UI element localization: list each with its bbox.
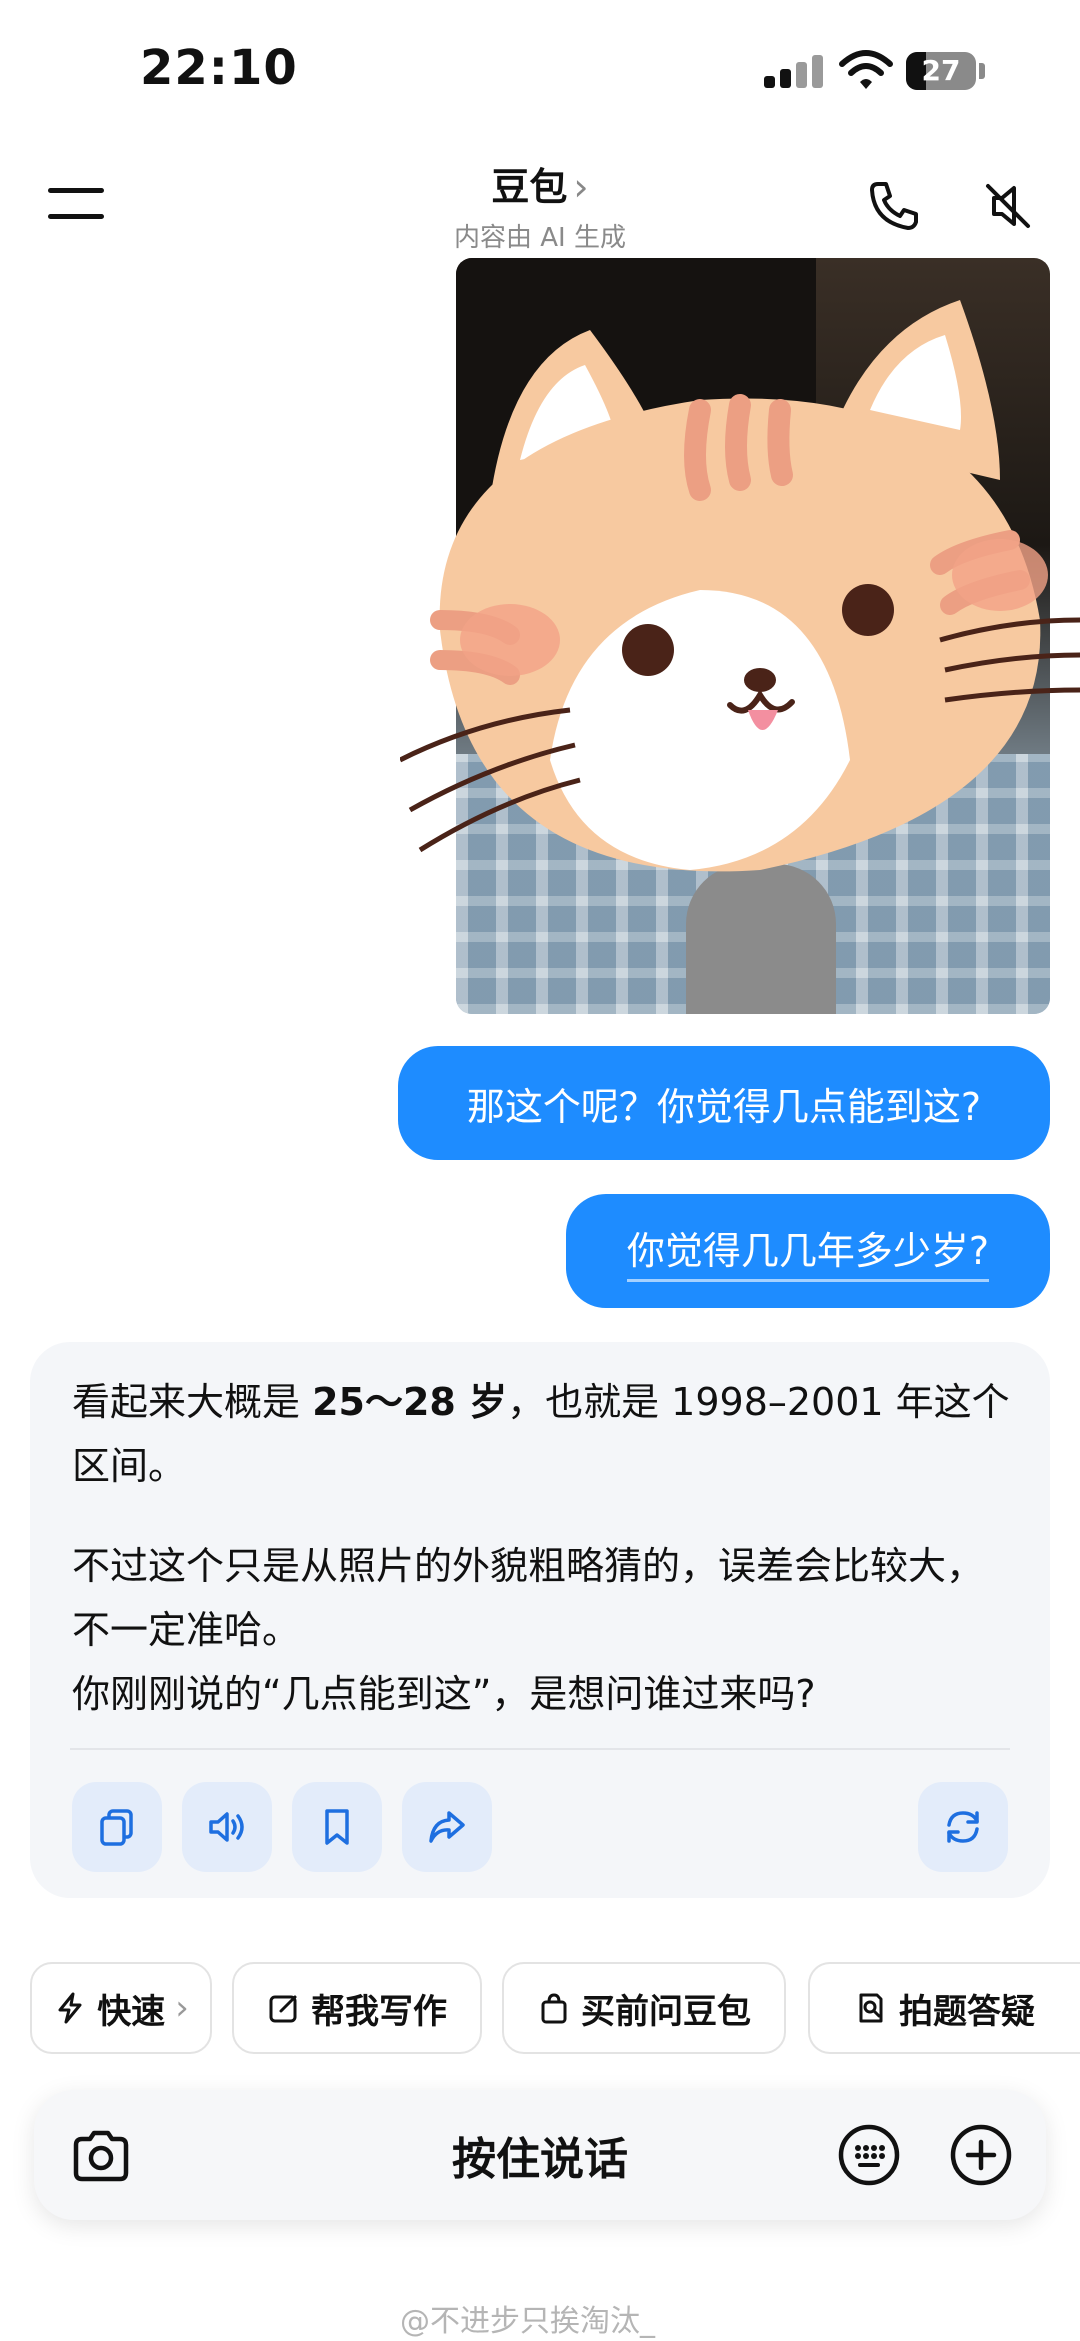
user-message-bubble[interactable]: 那这个呢？你觉得几点能到这? bbox=[398, 1046, 1050, 1160]
divider bbox=[70, 1748, 1010, 1750]
battery-tip bbox=[979, 63, 985, 79]
bookmark-icon bbox=[325, 1809, 349, 1845]
phone-call-icon[interactable] bbox=[866, 178, 922, 234]
battery-level: 27 bbox=[921, 54, 961, 87]
bookmark-button[interactable] bbox=[292, 1782, 382, 1872]
chip-label: 帮我写作 bbox=[311, 1991, 447, 2032]
edit-icon bbox=[269, 1995, 297, 2023]
chip-photo-question[interactable]: 拍题答疑 bbox=[808, 1962, 1080, 2054]
chip-ask-before-buy[interactable]: 买前问豆包 bbox=[502, 1962, 786, 2054]
user-message-bubble[interactable]: 你觉得几几年多少岁? bbox=[566, 1194, 1050, 1308]
plus-icon[interactable] bbox=[948, 2122, 1014, 2188]
speaker-icon bbox=[209, 1812, 244, 1842]
user-message-text: 你觉得几几年多少岁? bbox=[626, 1220, 990, 1282]
ai-disclaimer: 内容由 AI 生成 bbox=[454, 223, 626, 253]
menu-icon[interactable] bbox=[48, 180, 104, 224]
regenerate-icon bbox=[947, 1811, 979, 1843]
copy-button[interactable] bbox=[72, 1782, 162, 1872]
chip-fast[interactable]: 快速 › bbox=[30, 1962, 212, 2054]
read-aloud-button[interactable] bbox=[182, 1782, 272, 1872]
chat-header[interactable]: 豆包 › 内容由 AI 生成 bbox=[340, 156, 740, 254]
chevron-right-icon: › bbox=[573, 165, 589, 209]
camera-icon[interactable] bbox=[70, 2125, 132, 2187]
chip-label: 快速 bbox=[97, 1991, 166, 2032]
share-button[interactable] bbox=[402, 1782, 492, 1872]
chip-label: 买前问豆包 bbox=[581, 1991, 751, 2032]
bolt-icon bbox=[58, 1992, 82, 2024]
chip-label: 拍题答疑 bbox=[899, 1991, 1035, 2032]
chevron-right-icon: › bbox=[175, 1988, 189, 2028]
user-message-text: 那这个呢？你觉得几点能到这? bbox=[466, 1084, 982, 1129]
reply-paragraph-2: 不过这个只是从照片的外貌粗略猜的，误差会比较大，不一定准哈。 你刚刚说的“几点能到… bbox=[72, 1544, 985, 1716]
status-time: 22:10 bbox=[140, 40, 298, 96]
search-doc-icon bbox=[859, 1993, 883, 2023]
wifi-icon bbox=[839, 50, 893, 89]
cellular-signal-icon bbox=[764, 54, 826, 88]
copy-icon bbox=[100, 1809, 133, 1846]
bot-name: 豆包 bbox=[491, 165, 568, 209]
reply-paragraph-1: 看起来大概是 25～28 岁，也就是 1998–2001 年这个区间。 bbox=[72, 1380, 1010, 1488]
chip-help-write[interactable]: 帮我写作 bbox=[232, 1962, 482, 2054]
regenerate-button[interactable] bbox=[918, 1782, 1008, 1872]
watermark: @不进步只挨淘汰_ bbox=[400, 2304, 655, 2339]
keyboard-icon[interactable] bbox=[836, 2122, 902, 2188]
cat-sticker-icon bbox=[400, 300, 1080, 872]
speaker-mute-icon[interactable] bbox=[980, 178, 1036, 234]
ai-reply-bubble[interactable]: 看起来大概是 25～28 岁，也就是 1998–2001 年这个区间。 不过这个… bbox=[30, 1342, 1050, 1898]
share-icon bbox=[429, 1811, 465, 1843]
chat-title[interactable]: 豆包 › bbox=[340, 156, 740, 211]
battery-icon: 27 bbox=[906, 52, 976, 90]
bag-icon bbox=[541, 1993, 567, 2024]
